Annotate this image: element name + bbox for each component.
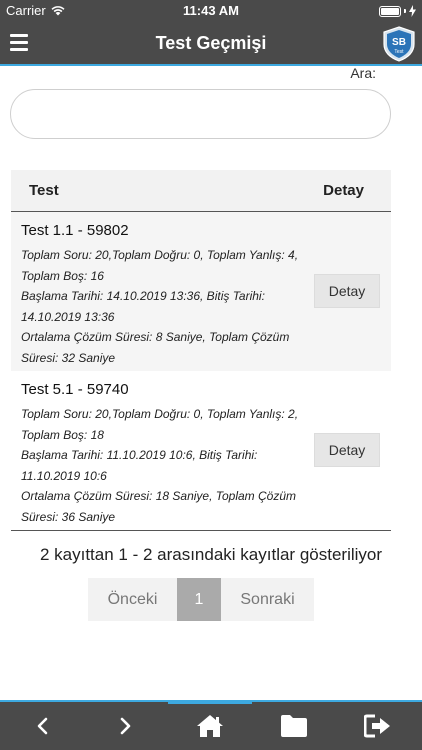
detay-button[interactable]: Detay (314, 433, 380, 467)
folder-button[interactable] (252, 702, 336, 750)
previous-page-button[interactable]: Önceki (88, 578, 177, 621)
column-header-detay: Detay (323, 182, 364, 199)
status-bar: Carrier 11:43 AM (0, 0, 422, 22)
test-name: Test 5.1 - 59740 (21, 381, 129, 398)
home-button[interactable] (168, 700, 252, 750)
table-row: Test 1.1 - 59802 Toplam Soru: 20,Toplam … (11, 212, 391, 371)
next-page-button[interactable]: Sonraki (221, 578, 314, 621)
test-dates: Başlama Tarihi: 14.10.2019 13:36, Bitiş … (21, 289, 265, 324)
svg-text:Test: Test (394, 49, 404, 55)
battery-icon (379, 5, 416, 17)
column-header-test: Test (29, 182, 59, 199)
test-info: Toplam Soru: 20,Toplam Doğru: 0, Toplam … (21, 245, 303, 368)
records-summary: 2 kayıttan 1 - 2 arasındaki kayıtlar gös… (39, 545, 383, 564)
forward-button[interactable] (84, 702, 168, 750)
status-time: 11:43 AM (183, 3, 239, 18)
test-info: Toplam Soru: 20,Toplam Doğru: 0, Toplam … (21, 404, 303, 527)
logout-icon (364, 714, 390, 738)
table-row: Test 5.1 - 59740 Toplam Soru: 20,Toplam … (11, 371, 391, 530)
home-icon (197, 715, 223, 737)
test-name: Test 1.1 - 59802 (21, 222, 129, 239)
charging-icon (409, 5, 416, 17)
test-stats: Toplam Soru: 20,Toplam Doğru: 0, Toplam … (21, 248, 299, 283)
sb-logo: SB Test (383, 26, 415, 62)
table-header: Test Detay (11, 170, 391, 212)
chevron-left-icon (37, 717, 48, 735)
pagination: Önceki 1 Sonraki (88, 578, 314, 621)
test-stats: Toplam Soru: 20,Toplam Doğru: 0, Toplam … (21, 407, 299, 442)
search-label: Ara: (350, 65, 376, 81)
svg-text:SB: SB (392, 37, 406, 48)
test-history-table: Test Detay Test 1.1 - 59802 Toplam Soru:… (11, 170, 391, 531)
nav-bar: Test Geçmişi SB Test (0, 22, 422, 66)
folder-icon (281, 715, 307, 737)
bottom-toolbar (0, 700, 422, 750)
table-divider (11, 530, 391, 531)
test-dates: Başlama Tarihi: 11.10.2019 10:6, Bitiş T… (21, 448, 258, 483)
page-1-button[interactable]: 1 (177, 578, 221, 621)
back-button[interactable] (0, 702, 84, 750)
test-durations: Ortalama Çözüm Süresi: 18 Saniye, Toplam… (21, 489, 297, 524)
search-input[interactable] (10, 89, 391, 139)
chevron-right-icon (120, 717, 131, 735)
logout-button[interactable] (336, 702, 420, 750)
page-title: Test Geçmişi (155, 33, 267, 53)
test-durations: Ortalama Çözüm Süresi: 8 Saniye, Toplam … (21, 330, 290, 365)
detay-button[interactable]: Detay (314, 274, 380, 308)
